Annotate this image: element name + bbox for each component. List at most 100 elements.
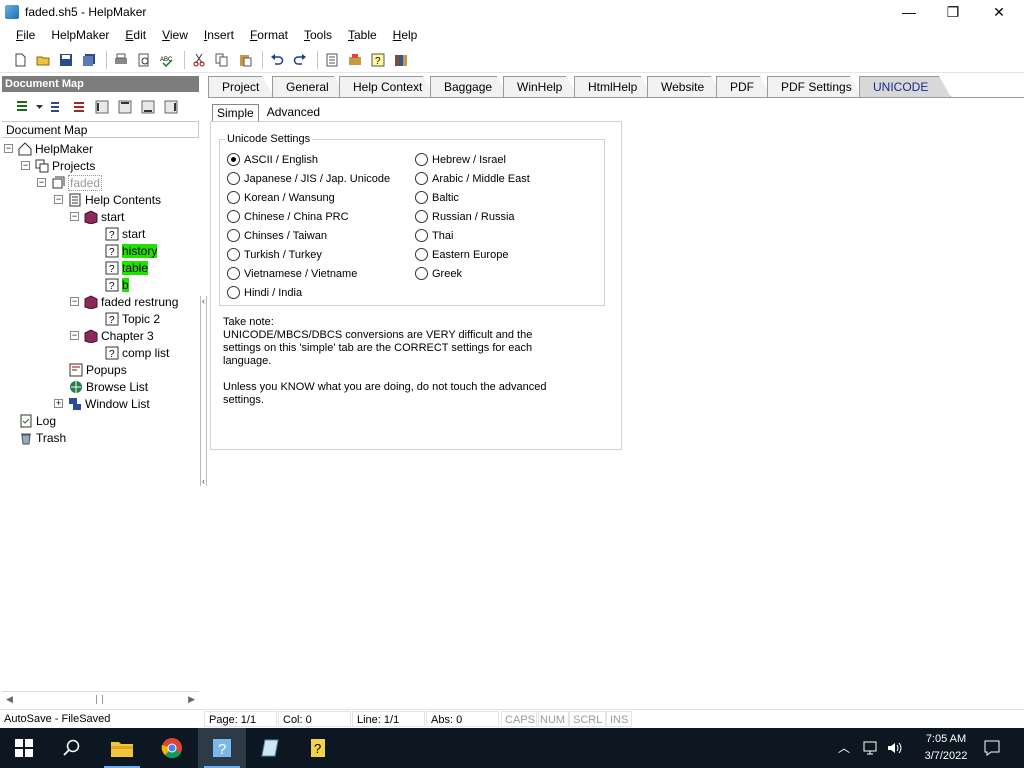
menu-helpmaker[interactable]: HelpMaker	[43, 28, 117, 42]
radio-icon[interactable]	[227, 172, 240, 185]
menu-format[interactable]: Format	[242, 28, 296, 42]
tree-node-comp-list[interactable]: ? comp list	[104, 344, 169, 361]
spellcheck-icon[interactable]: ABC	[157, 50, 177, 70]
search-button[interactable]	[48, 728, 96, 768]
menu-tools[interactable]: Tools	[296, 28, 340, 42]
topic-list-icon[interactable]	[69, 97, 89, 117]
collapse-icon[interactable]: −	[54, 195, 63, 204]
menu-view[interactable]: View	[154, 28, 196, 42]
radio-icon[interactable]	[227, 248, 240, 261]
collapse-left-icon[interactable]: ‹	[202, 296, 205, 306]
subtab-advanced[interactable]: Advanced	[263, 104, 324, 122]
tab-website[interactable]: Website	[647, 76, 723, 97]
pane-splitter[interactable]: ‹ ‹	[200, 296, 207, 486]
help-app-taskbar-button[interactable]: ?	[294, 728, 342, 768]
edit-topic-icon[interactable]	[46, 97, 66, 117]
move-up-icon[interactable]	[115, 97, 135, 117]
radio-turkish[interactable]: Turkish / Turkey	[227, 247, 322, 262]
radio-eastern-europe[interactable]: Eastern Europe	[415, 247, 508, 262]
radio-icon[interactable]	[227, 267, 240, 280]
scroll-left-icon[interactable]: ◀	[6, 694, 13, 705]
horizontal-scrollbar[interactable]: ◀ ▶	[2, 691, 199, 706]
radio-arabic[interactable]: Arabic / Middle East	[415, 171, 530, 186]
tree-node-window-list[interactable]: + Window List	[54, 395, 150, 412]
maximize-button[interactable]: ❐	[930, 0, 976, 24]
tab-htmlhelp[interactable]: HtmlHelp	[574, 76, 653, 97]
print-icon[interactable]	[111, 50, 131, 70]
start-button[interactable]	[0, 728, 48, 768]
collapse-left-icon[interactable]: ‹	[202, 476, 205, 486]
library-icon[interactable]	[391, 50, 411, 70]
radio-icon[interactable]	[227, 286, 240, 299]
tree-node-start-topic[interactable]: ? start	[104, 225, 145, 242]
collapse-icon[interactable]: −	[21, 161, 30, 170]
tree-node-browse-list[interactable]: Browse List	[68, 378, 148, 395]
radio-icon[interactable]	[415, 248, 428, 261]
menu-edit[interactable]: Edit	[117, 28, 154, 42]
file-explorer-button[interactable]	[98, 728, 146, 768]
radio-icon[interactable]	[227, 191, 240, 204]
radio-icon[interactable]	[227, 210, 240, 223]
tree-node-popups[interactable]: Popups	[68, 361, 127, 378]
menu-file[interactable]: File	[8, 28, 43, 42]
radio-hebrew[interactable]: Hebrew / Israel	[415, 152, 506, 167]
radio-japanese[interactable]: Japanese / JIS / Jap. Unicode	[227, 171, 390, 186]
radio-korean[interactable]: Korean / Wansung	[227, 190, 335, 205]
tree-node-projects[interactable]: − Projects	[21, 157, 95, 174]
tab-unicode[interactable]: UNICODE	[859, 76, 951, 97]
move-left-icon[interactable]	[92, 97, 112, 117]
new-file-icon[interactable]	[10, 50, 30, 70]
tree-node-log[interactable]: Log	[18, 412, 56, 429]
radio-vietnamese[interactable]: Vietnamese / Vietname	[227, 266, 357, 281]
save-icon[interactable]	[56, 50, 76, 70]
move-right-icon[interactable]	[161, 97, 181, 117]
undo-icon[interactable]	[267, 50, 287, 70]
radio-russian[interactable]: Russian / Russia	[415, 209, 515, 224]
tab-baggage[interactable]: Baggage	[430, 76, 509, 97]
scroll-right-icon[interactable]: ▶	[188, 694, 195, 705]
radio-selected-icon[interactable]	[227, 153, 240, 166]
print-preview-icon[interactable]	[134, 50, 154, 70]
tree-node-help-contents[interactable]: − Help Contents	[54, 191, 161, 208]
menu-table[interactable]: Table	[340, 28, 385, 42]
radio-icon[interactable]	[415, 153, 428, 166]
collapse-icon[interactable]: −	[70, 331, 79, 340]
network-icon[interactable]	[862, 740, 880, 756]
tree-node-helpmaker[interactable]: − HelpMaker	[4, 140, 93, 157]
radio-icon[interactable]	[415, 229, 428, 242]
radio-icon[interactable]	[227, 229, 240, 242]
menu-insert[interactable]: Insert	[196, 28, 242, 42]
tree-node-table[interactable]: ? table	[104, 259, 149, 276]
tree-node-faded-restrung[interactable]: − faded restrung	[70, 293, 178, 310]
tree-node-trash[interactable]: Trash	[18, 429, 66, 446]
chrome-button[interactable]	[148, 728, 196, 768]
collapse-icon[interactable]: −	[4, 144, 13, 153]
tree-node-history[interactable]: ? history	[104, 242, 158, 259]
compile-icon[interactable]	[345, 50, 365, 70]
tab-help-context[interactable]: Help Context	[339, 76, 435, 97]
expand-icon[interactable]: +	[54, 399, 63, 408]
close-button[interactable]: ✕	[976, 0, 1022, 24]
collapse-icon[interactable]: −	[37, 178, 46, 187]
helpmaker-taskbar-button[interactable]: ?	[198, 728, 246, 768]
properties-icon[interactable]	[322, 50, 342, 70]
open-folder-icon[interactable]	[33, 50, 53, 70]
subtab-simple[interactable]: Simple	[212, 104, 259, 122]
dropdown-arrow-icon[interactable]	[35, 97, 43, 117]
radio-thai[interactable]: Thai	[415, 228, 453, 243]
cut-icon[interactable]	[189, 50, 209, 70]
volume-icon[interactable]	[886, 740, 904, 756]
radio-greek[interactable]: Greek	[415, 266, 462, 281]
radio-chinese-prc[interactable]: Chinese / China PRC	[227, 209, 349, 224]
show-hidden-icons-icon[interactable]: ︿	[838, 739, 850, 756]
radio-baltic[interactable]: Baltic	[415, 190, 459, 205]
new-topic-icon[interactable]	[12, 97, 32, 117]
scrollbar-thumb[interactable]	[96, 695, 103, 704]
tree-node-faded[interactable]: − faded	[37, 174, 103, 191]
tab-pdf[interactable]: PDF	[716, 76, 772, 97]
help-icon[interactable]: ?	[368, 50, 388, 70]
radio-icon[interactable]	[415, 210, 428, 223]
radio-chinese-taiwan[interactable]: Chinses / Taiwan	[227, 228, 327, 243]
copy-icon[interactable]	[212, 50, 232, 70]
radio-icon[interactable]	[415, 267, 428, 280]
